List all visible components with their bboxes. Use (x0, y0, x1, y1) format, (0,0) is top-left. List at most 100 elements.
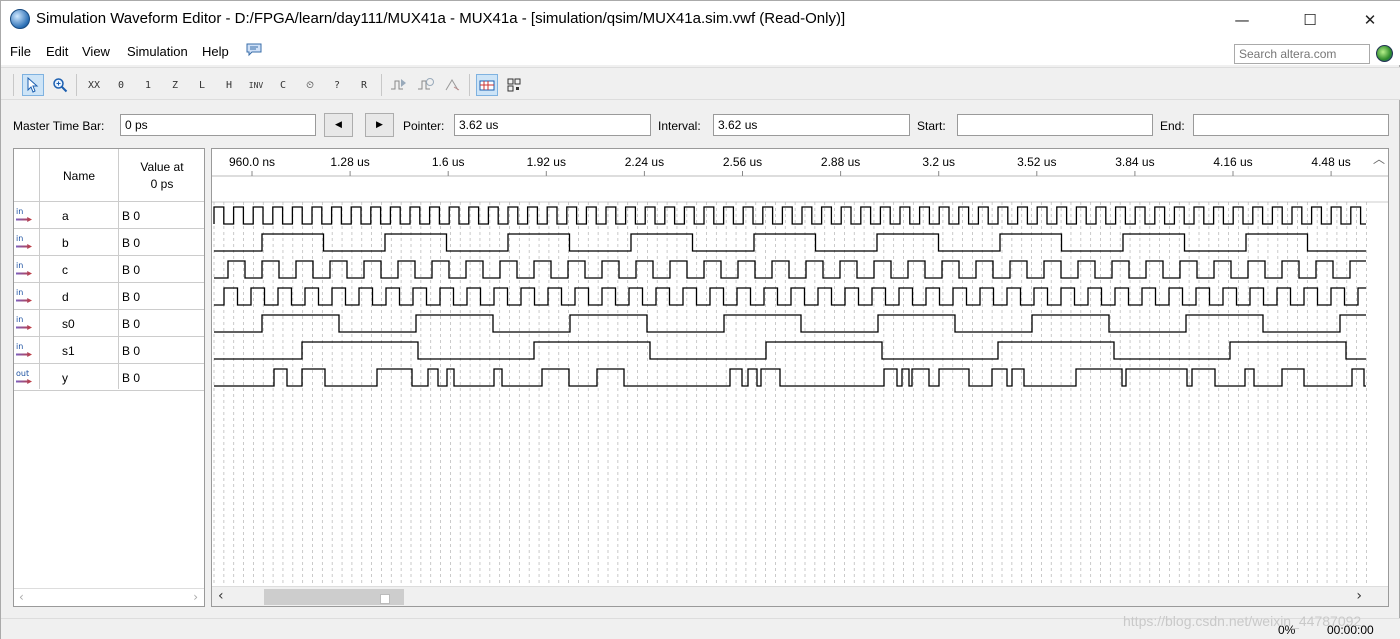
input-pin-icon: in (16, 235, 36, 251)
time-tick-label: 3.52 us (1017, 155, 1056, 169)
run-timing-simulation-icon[interactable] (415, 74, 437, 96)
signal-row[interactable]: in s1 B 0 (14, 337, 204, 364)
run-functional-simulation-icon[interactable] (388, 74, 410, 96)
signal-value: B 0 (122, 263, 141, 277)
waveform-vertical-scrollbar[interactable]: ︿ (1367, 148, 1389, 588)
quartus-app-icon (10, 9, 30, 29)
signal-name: s0 (62, 317, 75, 331)
signal-waveform[interactable] (214, 314, 1366, 333)
signal-waveform[interactable] (214, 233, 1366, 252)
name-column-header[interactable]: Name (44, 169, 114, 183)
time-tick-label: 1.6 us (432, 155, 465, 169)
snap-to-grid-icon[interactable] (476, 74, 498, 96)
value-column-header-line1[interactable]: Value at (122, 160, 202, 174)
random-value-icon[interactable]: ? (326, 74, 348, 96)
start-label: Start: (917, 119, 946, 133)
signal-row[interactable]: in s0 B 0 (14, 310, 204, 337)
menu-view[interactable]: View (82, 44, 110, 59)
simulation-waveform-editor-window: Simulation Waveform Editor - D:/FPGA/lea… (0, 0, 1400, 639)
menu-file[interactable]: File (10, 44, 31, 59)
end-field[interactable] (1193, 114, 1389, 136)
forcing-high-icon[interactable]: 1 (137, 74, 159, 96)
weak-low-icon[interactable]: L (191, 74, 213, 96)
globe-icon[interactable] (1376, 45, 1393, 62)
count-value-icon[interactable]: C (272, 74, 294, 96)
time-tick-label: 1.92 us (527, 155, 566, 169)
minimize-button[interactable]: — (1219, 1, 1265, 39)
weak-unknown-icon[interactable]: R (353, 74, 375, 96)
signal-value: B 0 (122, 317, 141, 331)
feedback-icon[interactable] (246, 43, 262, 60)
scroll-right-arrow-icon[interactable]: › (193, 590, 198, 604)
signal-name: y (62, 371, 68, 385)
signal-row[interactable]: in c B 0 (14, 256, 204, 283)
clock-icon[interactable]: ⏲ (299, 74, 321, 96)
wave-scroll-right-icon[interactable]: › (1356, 588, 1362, 604)
scroll-up-icon[interactable]: ︿ (1373, 150, 1385, 167)
signal-names-panel: Name Value at 0 ps in a B 0 in b B 0 in c B 0 in d… (13, 148, 205, 607)
menu-edit[interactable]: Edit (46, 44, 68, 59)
generate-netlist-icon[interactable] (442, 74, 464, 96)
scroll-left-arrow-icon[interactable]: ‹ (19, 590, 24, 604)
forcing-low-icon[interactable]: 0 (110, 74, 132, 96)
watermark-text: https://blog.csdn.net/weixin_44787092 (1123, 613, 1362, 629)
waveform-panel[interactable]: 960.0 ns 1.28 us 1.6 us 1.92 us 2.24 us 2.56 … (211, 148, 1389, 607)
title-bar[interactable]: Simulation Waveform Editor - D:/FPGA/lea… (1, 1, 1400, 39)
signal-waveform[interactable] (214, 341, 1366, 360)
previous-transition-button[interactable]: ◀ (324, 113, 353, 137)
output-pin-icon: out (16, 370, 36, 386)
input-pin-icon: in (16, 208, 36, 224)
time-tick-label: 4.48 us (1311, 155, 1350, 169)
window-title: Simulation Waveform Editor - D:/FPGA/lea… (36, 10, 846, 27)
signal-row[interactable]: out y B 0 (14, 364, 204, 391)
forcing-unknown-icon[interactable]: XX (83, 74, 105, 96)
signal-row[interactable]: in b B 0 (14, 229, 204, 256)
wave-scroll-thumb[interactable] (264, 589, 404, 605)
signal-value: B 0 (122, 290, 141, 304)
time-tick-label: 2.56 us (723, 155, 762, 169)
names-horizontal-scrollbar[interactable]: ‹ › (14, 588, 204, 606)
pointer-field[interactable]: 3.62 us (454, 114, 651, 136)
signal-row[interactable]: in a B 0 (14, 202, 204, 229)
signal-waveform[interactable] (214, 260, 1366, 279)
maximize-button[interactable]: ☐ (1287, 1, 1333, 39)
grid-settings-icon[interactable] (503, 74, 525, 96)
input-pin-icon: in (16, 262, 36, 278)
menu-bar: File Edit View Simulation Help (1, 39, 1400, 65)
signal-waveform[interactable] (214, 368, 1366, 387)
pointer-label: Pointer: (403, 119, 445, 133)
toolbar: XX 0 1 Z L H INV C ⏲ ? R (1, 67, 1400, 100)
time-tick-label: 2.88 us (821, 155, 860, 169)
menu-simulation[interactable]: Simulation (127, 44, 188, 59)
input-pin-icon: in (16, 316, 36, 332)
signal-waveform[interactable] (214, 287, 1366, 306)
time-tick-label: 4.16 us (1213, 155, 1252, 169)
next-transition-button[interactable]: ▶ (365, 113, 394, 137)
signal-name: c (62, 263, 68, 277)
input-pin-icon: in (16, 289, 36, 305)
input-pin-icon: in (16, 343, 36, 359)
time-tick-label: 960.0 ns (229, 155, 275, 169)
invert-icon[interactable]: INV (245, 74, 267, 96)
menu-help[interactable]: Help (202, 44, 229, 59)
time-tick-label: 1.28 us (330, 155, 369, 169)
waveform-horizontal-scrollbar[interactable]: ‹ › (212, 586, 1388, 606)
time-tick-label: 3.2 us (922, 155, 955, 169)
weak-high-icon[interactable]: H (218, 74, 240, 96)
zoom-tool-icon[interactable] (49, 74, 71, 96)
wave-scroll-left-icon[interactable]: ‹ (218, 588, 224, 604)
high-impedance-icon[interactable]: Z (164, 74, 186, 96)
select-tool-icon[interactable] (22, 74, 44, 96)
signal-row[interactable]: in d B 0 (14, 283, 204, 310)
interval-field[interactable]: 3.62 us (713, 114, 910, 136)
value-column-header-line2: 0 ps (150, 177, 174, 191)
close-button[interactable]: ✕ (1347, 1, 1393, 39)
signal-waveform[interactable] (213, 206, 1366, 225)
waveform-canvas[interactable]: 960.0 ns 1.28 us 1.6 us 1.92 us 2.24 us 2.56 … (212, 149, 1388, 586)
signal-name: a (62, 209, 69, 223)
signal-name: s1 (62, 344, 75, 358)
names-header: Name Value at 0 ps (14, 149, 204, 202)
search-input[interactable]: Search altera.com (1234, 44, 1370, 64)
start-field[interactable] (957, 114, 1153, 136)
master-time-bar-field[interactable]: 0 ps (120, 114, 316, 136)
